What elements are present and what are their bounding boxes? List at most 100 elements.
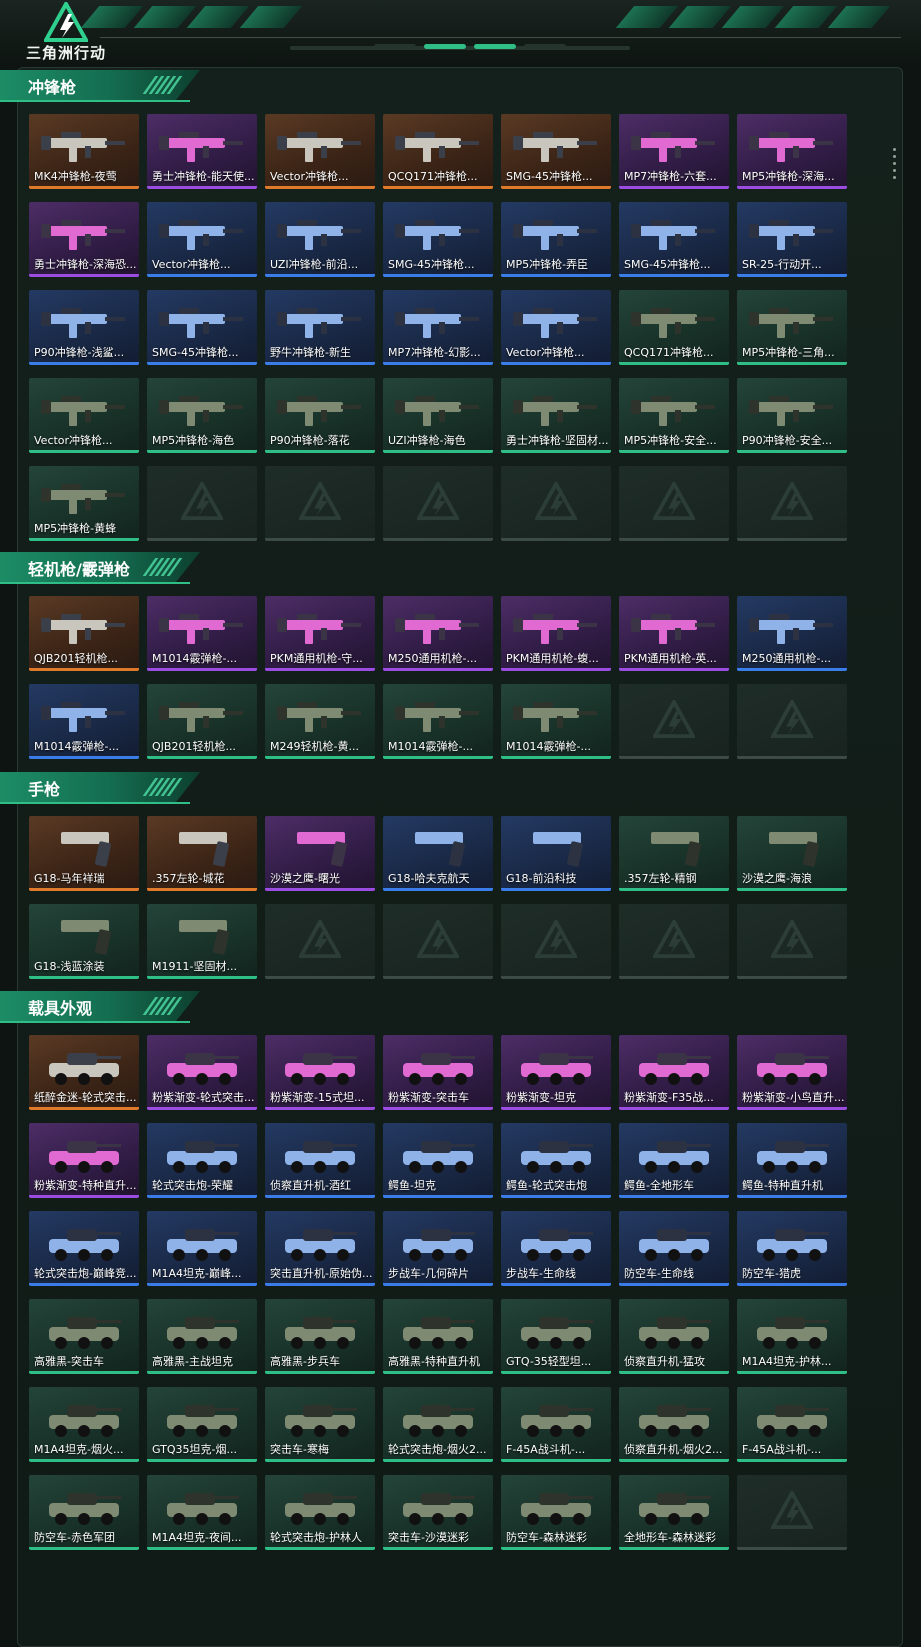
skin-card[interactable]: M1A4坦克-护林...	[737, 1299, 847, 1374]
skin-card[interactable]: 沙漠之鹰-曙光	[265, 816, 375, 891]
skin-card[interactable]: 轮式突击炮-荣耀	[147, 1123, 257, 1198]
skin-card[interactable]: UZI冲锋枪-前沿...	[265, 202, 375, 277]
skin-card[interactable]: G18-前沿科技	[501, 816, 611, 891]
skin-card[interactable]: MP7冲锋枪-六套...	[619, 114, 729, 189]
skin-card[interactable]: MP7冲锋枪-幻影...	[383, 290, 493, 365]
empty-slot-logo-icon	[535, 482, 577, 520]
skin-card[interactable]: QCQ171冲锋枪...	[383, 114, 493, 189]
skin-card[interactable]: 鳄鱼-全地形车	[619, 1123, 729, 1198]
skin-card[interactable]: P90冲锋枪-落花	[265, 378, 375, 453]
skin-card[interactable]: M1911-坚固材...	[147, 904, 257, 979]
rarity-bar	[265, 1547, 375, 1550]
skin-card[interactable]: SR-25-行动开...	[737, 202, 847, 277]
skin-card[interactable]: M1A4坦克-巅峰...	[147, 1211, 257, 1286]
skin-card[interactable]: 突击直升机-原始伪...	[265, 1211, 375, 1286]
skin-card[interactable]: 粉紫渐变-15式坦...	[265, 1035, 375, 1110]
skin-card[interactable]: 沙漠之鹰-海浪	[737, 816, 847, 891]
skin-card[interactable]: MP5冲锋枪-三角...	[737, 290, 847, 365]
skin-card[interactable]: 防空车-猎虎	[737, 1211, 847, 1286]
skin-card[interactable]: SMG-45冲锋枪...	[147, 290, 257, 365]
skin-card[interactable]: 突击车-寒梅	[265, 1387, 375, 1462]
skin-card[interactable]: MK4冲锋枪-夜莺	[29, 114, 139, 189]
skin-card[interactable]: .357左轮-精钢	[619, 816, 729, 891]
skin-card[interactable]: PKM通用机枪-守...	[265, 596, 375, 671]
weapon-icon	[277, 132, 361, 162]
skin-card[interactable]: 粉紫渐变-轮式突击...	[147, 1035, 257, 1110]
skin-card[interactable]: 粉紫渐变-F35战...	[619, 1035, 729, 1110]
skin-card[interactable]: P90冲锋枪-安全...	[737, 378, 847, 453]
skin-card[interactable]: 步战车-几何碎片	[383, 1211, 493, 1286]
skin-card[interactable]: Vector冲锋枪...	[147, 202, 257, 277]
skin-card[interactable]: M1014霰弹枪-...	[383, 684, 493, 759]
skin-card[interactable]: 鳄鱼-特种直升机	[737, 1123, 847, 1198]
skin-card[interactable]: 防空车-赤色军团	[29, 1475, 139, 1550]
skin-card[interactable]: 纸醉金迷-轮式突击...	[29, 1035, 139, 1110]
skin-card[interactable]: 勇士冲锋枪-坚固材...	[501, 378, 611, 453]
scroll-handle-icon[interactable]	[893, 148, 896, 179]
skin-card[interactable]: 勇士冲锋枪-能天使...	[147, 114, 257, 189]
skin-card[interactable]: 侦察直升机-猛攻	[619, 1299, 729, 1374]
skin-card[interactable]: M250通用机枪-...	[383, 596, 493, 671]
skin-card[interactable]: 侦察直升机-酒红	[265, 1123, 375, 1198]
skin-card[interactable]: Vector冲锋枪...	[265, 114, 375, 189]
skin-card[interactable]: 侦察直升机-烟火2...	[619, 1387, 729, 1462]
skin-card[interactable]: F-45A战斗机-...	[501, 1387, 611, 1462]
skin-card[interactable]: 高雅黑-突击车	[29, 1299, 139, 1374]
skin-card[interactable]: MP5冲锋枪-黄蜂	[29, 466, 139, 541]
skin-card[interactable]: UZI冲锋枪-海色	[383, 378, 493, 453]
skin-card[interactable]: M1A4坦克-烟火...	[29, 1387, 139, 1462]
skin-card[interactable]: 高雅黑-特种直升机	[383, 1299, 493, 1374]
skin-card[interactable]: M250通用机枪-...	[737, 596, 847, 671]
skin-card[interactable]: 轮式突击炮-烟火2...	[383, 1387, 493, 1462]
skin-card[interactable]: MP5冲锋枪-深海...	[737, 114, 847, 189]
skin-card[interactable]: Vector冲锋枪...	[501, 290, 611, 365]
skin-card[interactable]: 粉紫渐变-特种直升...	[29, 1123, 139, 1198]
skin-card[interactable]: G18-马年祥瑞	[29, 816, 139, 891]
skin-card[interactable]: M1014霰弹枪-...	[147, 596, 257, 671]
skin-card[interactable]: PKM通用机枪-蝮...	[501, 596, 611, 671]
skin-card[interactable]: GTQ-35轻型坦...	[501, 1299, 611, 1374]
skin-card[interactable]: GTQ35坦克-烟...	[147, 1387, 257, 1462]
skin-card[interactable]: 野牛冲锋枪-新生	[265, 290, 375, 365]
skin-card[interactable]: 步战车-生命线	[501, 1211, 611, 1286]
skin-card[interactable]: MP5冲锋枪-安全...	[619, 378, 729, 453]
skin-card[interactable]: SMG-45冲锋枪...	[619, 202, 729, 277]
rarity-bar	[147, 1283, 257, 1286]
skin-card[interactable]: P90冲锋枪-浅鲨...	[29, 290, 139, 365]
skin-card[interactable]: G18-哈夫克航天	[383, 816, 493, 891]
skin-card[interactable]: MP5冲锋枪-弄臣	[501, 202, 611, 277]
skin-card[interactable]: M1A4坦克-夜间...	[147, 1475, 257, 1550]
skin-card[interactable]: 高雅黑-主战坦克	[147, 1299, 257, 1374]
skin-card[interactable]: M249轻机枪-黄...	[265, 684, 375, 759]
skin-card[interactable]: 高雅黑-步兵车	[265, 1299, 375, 1374]
skin-card[interactable]: 轮式突击炮-巅峰竞...	[29, 1211, 139, 1286]
skin-name: M1014霰弹枪-...	[152, 652, 237, 665]
skin-card[interactable]: 防空车-生命线	[619, 1211, 729, 1286]
skin-card[interactable]: QCQ171冲锋枪...	[619, 290, 729, 365]
skin-card[interactable]: 轮式突击炮-护林人	[265, 1475, 375, 1550]
skin-card[interactable]: Vector冲锋枪...	[29, 378, 139, 453]
skin-card[interactable]: 粉紫渐变-小鸟直升...	[737, 1035, 847, 1110]
skin-card[interactable]: 粉紫渐变-坦克	[501, 1035, 611, 1110]
skin-card[interactable]: 勇士冲锋枪-深海恐...	[29, 202, 139, 277]
skin-card[interactable]: M1014霰弹枪-...	[29, 684, 139, 759]
empty-slot-logo-icon	[535, 920, 577, 958]
skin-card[interactable]: 全地形车-森林迷彩	[619, 1475, 729, 1550]
skin-card[interactable]: SMG-45冲锋枪...	[501, 114, 611, 189]
skin-card[interactable]: 粉紫渐变-突击车	[383, 1035, 493, 1110]
skin-card[interactable]: QJB201轻机枪...	[29, 596, 139, 671]
skin-card[interactable]: F-45A战斗机-...	[737, 1387, 847, 1462]
skin-card[interactable]: QJB201轻机枪...	[147, 684, 257, 759]
skin-card[interactable]: PKM通用机枪-英...	[619, 596, 729, 671]
skin-card[interactable]: 鳄鱼-轮式突击炮	[501, 1123, 611, 1198]
skin-card[interactable]: 鳄鱼-坦克	[383, 1123, 493, 1198]
skin-card[interactable]: 突击车-沙漠迷彩	[383, 1475, 493, 1550]
skin-card[interactable]: G18-浅蓝涂装	[29, 904, 139, 979]
vehicle-icon	[167, 1405, 239, 1437]
skin-card[interactable]: .357左轮-城花	[147, 816, 257, 891]
skin-card[interactable]: MP5冲锋枪-海色	[147, 378, 257, 453]
weapon-icon	[749, 614, 833, 644]
skin-card[interactable]: SMG-45冲锋枪...	[383, 202, 493, 277]
skin-card[interactable]: M1014霰弹枪-...	[501, 684, 611, 759]
skin-card[interactable]: 防空车-森林迷彩	[501, 1475, 611, 1550]
